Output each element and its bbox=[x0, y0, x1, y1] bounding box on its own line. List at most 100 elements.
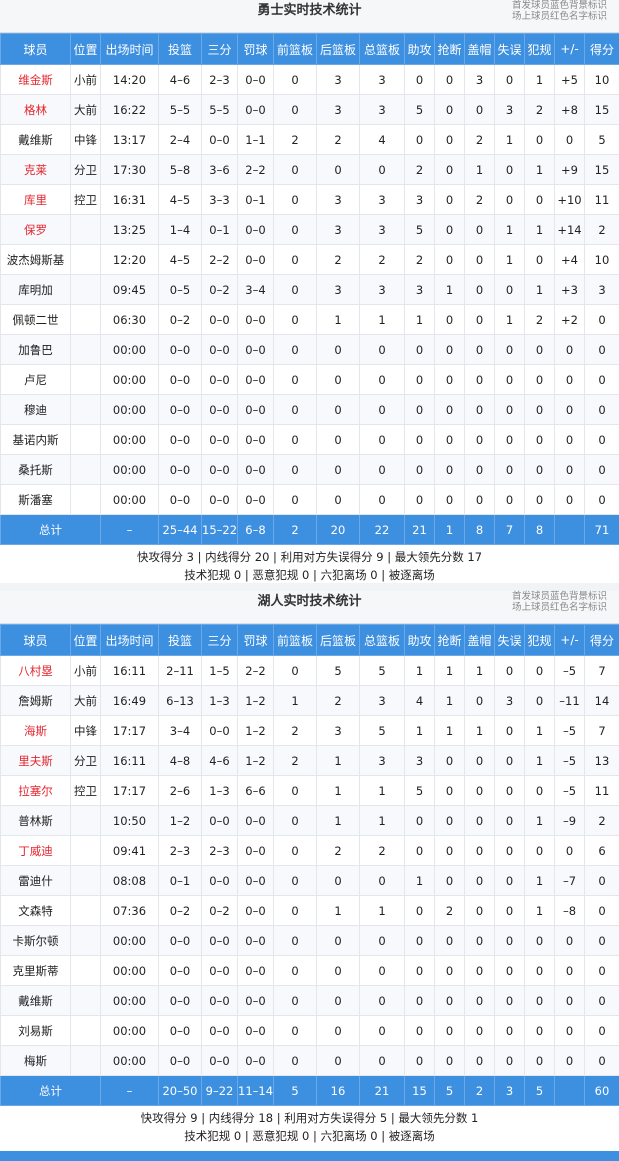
player-name-link[interactable]: 戴维斯 bbox=[0, 985, 71, 1016]
stat-blk: 0 bbox=[464, 484, 495, 515]
player-name-link[interactable]: 基诺内斯 bbox=[0, 424, 71, 455]
stat-reb: 1 bbox=[359, 895, 405, 926]
stat-pf: 1 bbox=[524, 895, 555, 926]
column-header-reb[interactable]: 总篮板 bbox=[359, 33, 405, 65]
column-header-oreb[interactable]: 前篮板 bbox=[273, 33, 317, 65]
player-name-link[interactable]: 卢尼 bbox=[0, 364, 71, 395]
player-name-link[interactable]: 库明加 bbox=[0, 274, 71, 305]
stat-minutes: 00:00 bbox=[100, 985, 159, 1016]
stat-fg: 5–8 bbox=[158, 154, 202, 185]
stat-pts: 13 bbox=[584, 745, 619, 776]
stat-three: 1–5 bbox=[201, 655, 238, 686]
stat-oreb: 0 bbox=[273, 394, 317, 425]
player-name-link[interactable]: 文森特 bbox=[0, 895, 71, 926]
column-header-player[interactable]: 球员 bbox=[0, 624, 71, 656]
stat-oreb: 0 bbox=[273, 865, 317, 896]
column-header-minutes[interactable]: 出场时间 bbox=[100, 624, 159, 656]
stat-fg: 0–0 bbox=[158, 985, 202, 1016]
player-name-link[interactable]: 戴维斯 bbox=[0, 124, 71, 155]
column-header-plus-minus[interactable]: +/- bbox=[554, 33, 585, 65]
stat-ft: 0–0 bbox=[237, 1015, 274, 1046]
player-name-link[interactable]: 克里斯蒂 bbox=[0, 955, 71, 986]
player-name-link[interactable]: 桑托斯 bbox=[0, 454, 71, 485]
column-header-stl[interactable]: 抢断 bbox=[434, 624, 465, 656]
column-header-pts[interactable]: 得分 bbox=[584, 624, 619, 656]
column-header-fg[interactable]: 投篮 bbox=[158, 624, 202, 656]
column-header-blk[interactable]: 盖帽 bbox=[464, 624, 495, 656]
stat-fg: 4–5 bbox=[158, 244, 202, 275]
player-name-link[interactable]: 拉塞尔 bbox=[0, 775, 71, 806]
stat-pf: 1 bbox=[524, 805, 555, 836]
column-header-ft[interactable]: 罚球 bbox=[237, 624, 274, 656]
team-summary: 快攻得分 3 | 内线得分 20 | 利用对方失误得分 9 | 最大领先分数 1… bbox=[0, 545, 619, 584]
column-header-pf[interactable]: 犯规 bbox=[524, 624, 555, 656]
stat-ast: 3 bbox=[404, 184, 435, 215]
table-row: 克莱 分卫 17:30 5–8 3–6 2–2 0 0 0 2 0 1 0 1 +9 15 bbox=[0, 154, 619, 185]
summary-line-1: 快攻得分 9 | 内线得分 18 | 利用对方失误得分 5 | 最大领先分数 1 bbox=[140, 1111, 479, 1125]
stat-fg: 0–0 bbox=[158, 334, 202, 365]
column-header-pts[interactable]: 得分 bbox=[584, 33, 619, 65]
player-name-link[interactable]: 加鲁巴 bbox=[0, 334, 71, 365]
column-header-ast[interactable]: 助攻 bbox=[404, 624, 435, 656]
column-header-tov[interactable]: 失误 bbox=[494, 624, 525, 656]
player-name-link[interactable]: 保罗 bbox=[0, 214, 71, 245]
stat-minutes: 16:31 bbox=[100, 184, 159, 215]
stat-reb: 3 bbox=[359, 214, 405, 245]
stat-three: 0–0 bbox=[201, 364, 238, 395]
player-name-link[interactable]: 里夫斯 bbox=[0, 745, 71, 776]
table-row: 文森特 07:36 0–2 0–2 0–0 0 1 1 0 2 0 0 1 –8 0 bbox=[0, 895, 619, 926]
player-name-link[interactable]: 克莱 bbox=[0, 154, 71, 185]
player-name-link[interactable]: 卡斯尔顿 bbox=[0, 925, 71, 956]
player-name-link[interactable]: 维金斯 bbox=[0, 64, 71, 95]
stat-minutes: 17:30 bbox=[100, 154, 159, 185]
stat-three: 1–3 bbox=[201, 775, 238, 806]
column-header-dreb[interactable]: 后篮板 bbox=[316, 33, 360, 65]
player-name-link[interactable]: 库里 bbox=[0, 184, 71, 215]
player-name-link[interactable]: 雷迪什 bbox=[0, 865, 71, 896]
stat-dreb: 3 bbox=[316, 274, 360, 305]
column-header-three[interactable]: 三分 bbox=[201, 624, 238, 656]
stat-fg: 6–13 bbox=[158, 685, 202, 716]
stat-dreb: 3 bbox=[316, 715, 360, 746]
player-name-link[interactable]: 詹姆斯 bbox=[0, 685, 71, 716]
column-header-ast[interactable]: 助攻 bbox=[404, 33, 435, 65]
player-name-link[interactable]: 刘易斯 bbox=[0, 1015, 71, 1046]
stat-dreb: 2 bbox=[316, 124, 360, 155]
stat-plus-minus: +3 bbox=[554, 274, 585, 305]
player-name-link[interactable]: 梅斯 bbox=[0, 1045, 71, 1076]
stat-blk: 0 bbox=[464, 244, 495, 275]
column-header-plus-minus[interactable]: +/- bbox=[554, 624, 585, 656]
column-header-position[interactable]: 位置 bbox=[70, 624, 101, 656]
player-name-link[interactable]: 波杰姆斯基 bbox=[0, 244, 71, 275]
player-name-link[interactable]: 斯潘塞 bbox=[0, 484, 71, 515]
player-name-link[interactable]: 普林斯 bbox=[0, 805, 71, 836]
column-header-blk[interactable]: 盖帽 bbox=[464, 33, 495, 65]
column-header-dreb[interactable]: 后篮板 bbox=[316, 624, 360, 656]
column-header-fg[interactable]: 投篮 bbox=[158, 33, 202, 65]
column-header-pf[interactable]: 犯规 bbox=[524, 33, 555, 65]
stat-ft: 1–2 bbox=[237, 715, 274, 746]
stat-reb: 0 bbox=[359, 1015, 405, 1046]
player-name-link[interactable]: 丁威迪 bbox=[0, 835, 71, 866]
column-header-player[interactable]: 球员 bbox=[0, 33, 71, 65]
player-name-link[interactable]: 八村塁 bbox=[0, 655, 71, 686]
stat-plus-minus: 0 bbox=[554, 454, 585, 485]
column-header-ft[interactable]: 罚球 bbox=[237, 33, 274, 65]
stat-reb: 4 bbox=[359, 124, 405, 155]
stat-fg: 0–2 bbox=[158, 895, 202, 926]
player-name-link[interactable]: 佩顿二世 bbox=[0, 304, 71, 335]
column-header-three[interactable]: 三分 bbox=[201, 33, 238, 65]
column-header-position[interactable]: 位置 bbox=[70, 33, 101, 65]
stat-tov: 0 bbox=[494, 184, 525, 215]
column-header-stl[interactable]: 抢断 bbox=[434, 33, 465, 65]
column-header-oreb[interactable]: 前篮板 bbox=[273, 624, 317, 656]
column-header-minutes[interactable]: 出场时间 bbox=[100, 33, 159, 65]
player-name-link[interactable]: 格林 bbox=[0, 94, 71, 125]
player-name-link[interactable]: 穆迪 bbox=[0, 394, 71, 425]
player-name-link[interactable]: 海斯 bbox=[0, 715, 71, 746]
column-header-tov[interactable]: 失误 bbox=[494, 33, 525, 65]
stat-position: 中锋 bbox=[70, 124, 101, 155]
column-header-reb[interactable]: 总篮板 bbox=[359, 624, 405, 656]
stat-dreb: 0 bbox=[316, 334, 360, 365]
stat-ft: 0–0 bbox=[237, 244, 274, 275]
